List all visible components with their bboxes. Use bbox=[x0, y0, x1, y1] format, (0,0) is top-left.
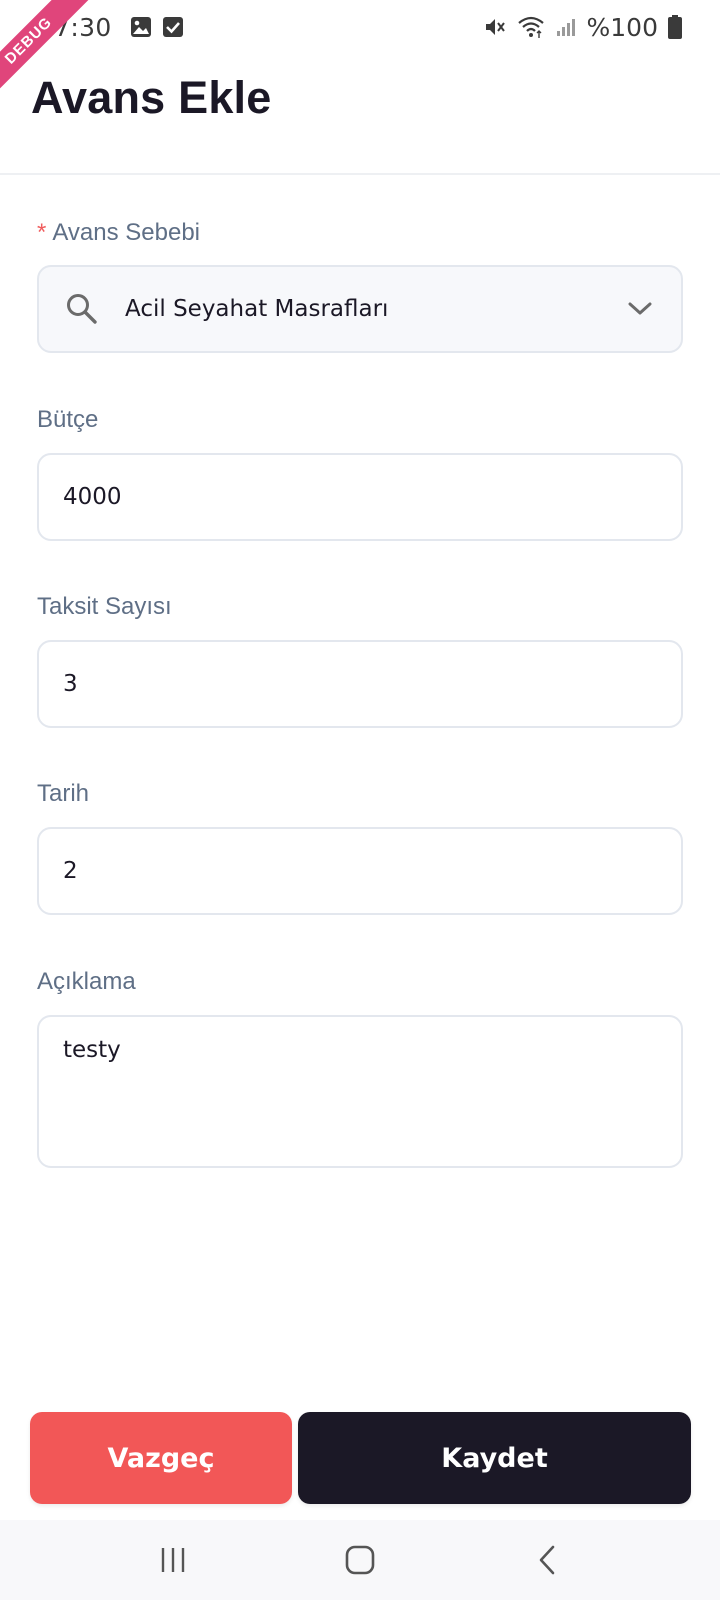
recent-apps-button[interactable] bbox=[133, 1530, 213, 1590]
budget-input[interactable]: 4000 bbox=[37, 453, 683, 541]
description-textarea[interactable]: testy bbox=[37, 1015, 683, 1168]
date-input-value: 2 bbox=[63, 858, 78, 884]
cancel-button[interactable]: Vazgeç bbox=[30, 1412, 292, 1504]
reason-select[interactable]: Acil Seyahat Masrafları bbox=[37, 265, 683, 353]
date-input[interactable]: 2 bbox=[37, 827, 683, 915]
check-square-icon bbox=[162, 16, 184, 38]
status-right: %100 bbox=[483, 13, 682, 42]
signal-icon bbox=[555, 16, 577, 38]
search-icon bbox=[65, 292, 99, 326]
recent-apps-icon bbox=[158, 1545, 188, 1575]
reason-label: * Avans Sebebi bbox=[37, 219, 200, 247]
battery-percent: %100 bbox=[586, 12, 658, 42]
mute-icon bbox=[483, 15, 507, 39]
budget-label: Bütçe bbox=[37, 406, 99, 433]
home-icon bbox=[344, 1544, 376, 1576]
description-label: Açıklama bbox=[37, 968, 136, 995]
chevron-down-icon bbox=[627, 301, 653, 317]
installments-input[interactable]: 3 bbox=[37, 640, 683, 728]
reason-label-text: Avans Sebebi bbox=[52, 219, 201, 246]
installments-input-value: 3 bbox=[63, 671, 78, 697]
save-button[interactable]: Kaydet bbox=[298, 1412, 691, 1504]
back-icon bbox=[536, 1544, 558, 1576]
system-nav-bar bbox=[0, 1520, 720, 1600]
required-mark: * bbox=[37, 219, 47, 246]
back-button[interactable] bbox=[507, 1530, 587, 1590]
app-screen: 17:30 %100 DEBUG Avans Ekle * Avans Sebe… bbox=[0, 0, 720, 1600]
budget-input-value: 4000 bbox=[63, 484, 122, 510]
status-bar: 17:30 %100 bbox=[0, 0, 720, 54]
page-title: Avans Ekle bbox=[31, 72, 272, 123]
date-label: Tarih bbox=[37, 780, 90, 807]
reason-select-value: Acil Seyahat Masrafları bbox=[125, 296, 389, 322]
image-icon bbox=[130, 16, 152, 38]
home-button[interactable] bbox=[320, 1530, 400, 1590]
wifi-icon bbox=[517, 15, 545, 39]
battery-icon bbox=[668, 15, 682, 39]
description-textarea-value: testy bbox=[63, 1037, 121, 1063]
installments-label: Taksit Sayısı bbox=[37, 593, 172, 620]
page-header: Avans Ekle bbox=[0, 54, 720, 175]
